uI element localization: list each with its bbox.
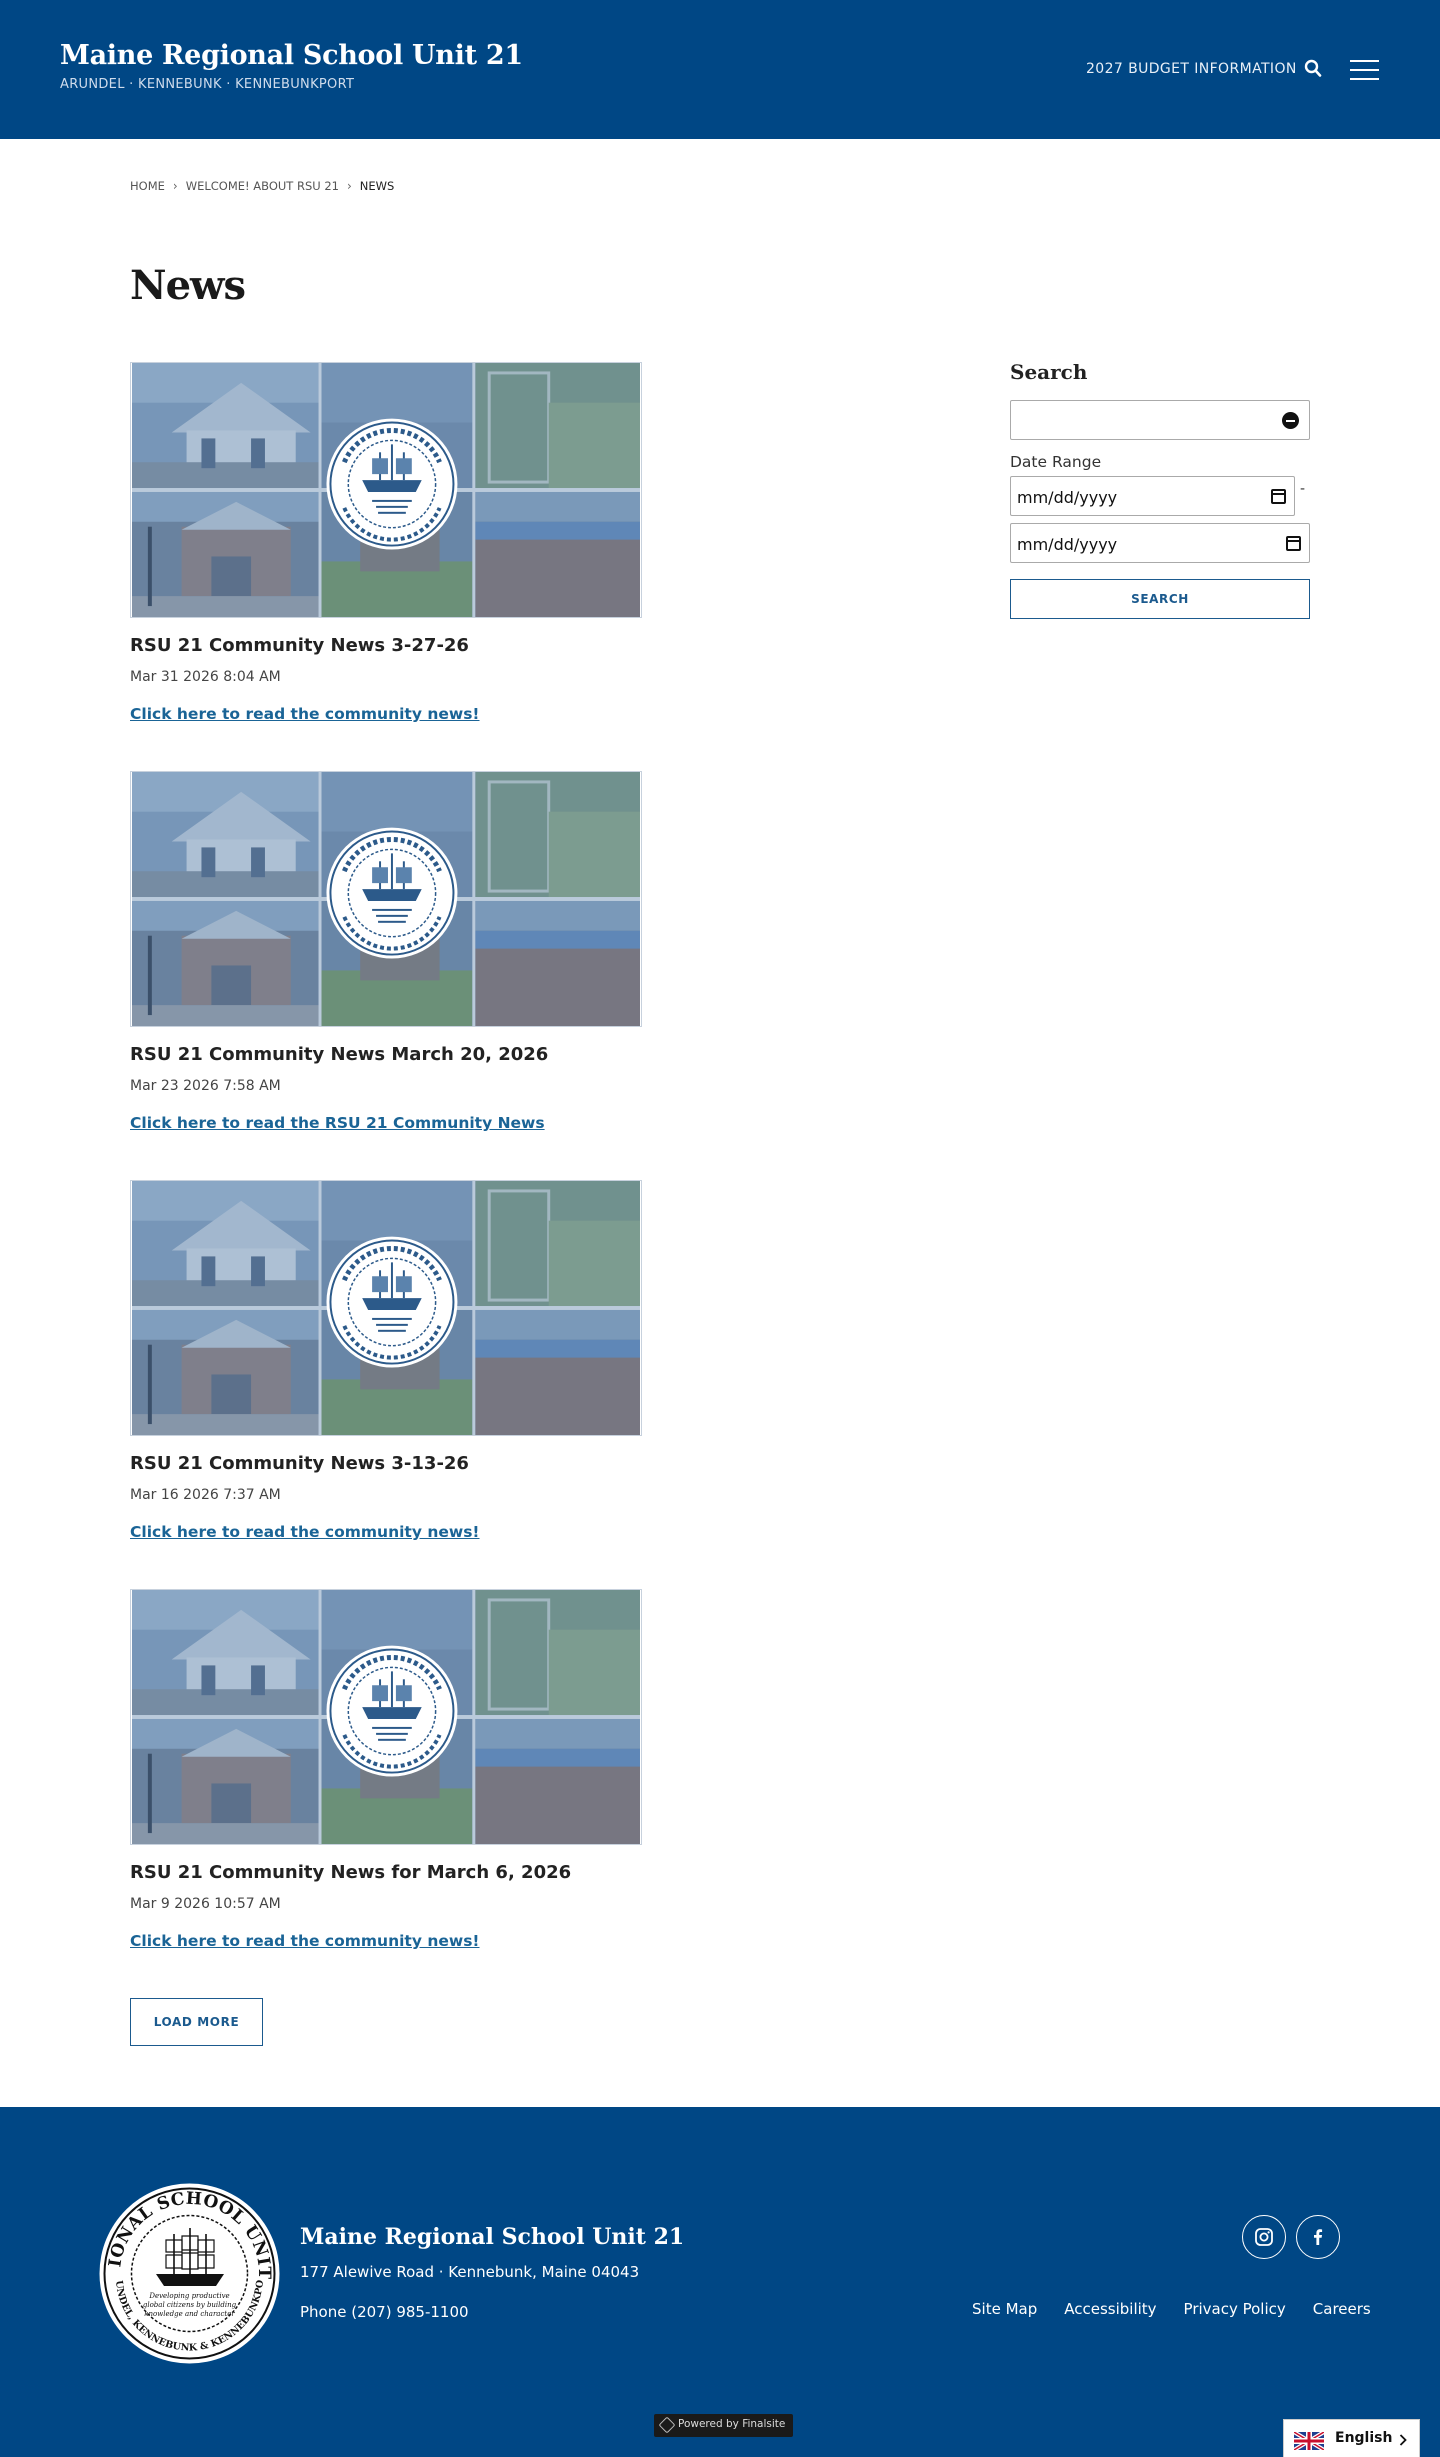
footer-address: 177 Alewive Road · Kennebunk, Maine 0404… xyxy=(300,2263,640,2281)
chevron-right-icon: › xyxy=(346,179,352,193)
news-title[interactable]: RSU 21 Community News for March 6, 2026 xyxy=(130,1862,642,1883)
instagram-icon[interactable] xyxy=(1242,2215,1286,2259)
hamburger-menu-icon[interactable] xyxy=(1350,60,1379,80)
date-to-row: mm/dd/yyyy xyxy=(1010,523,1310,563)
news-thumbnail[interactable] xyxy=(130,362,642,618)
news-read-link[interactable]: Click here to read the community news! xyxy=(130,1932,480,1950)
calendar-icon[interactable] xyxy=(1286,536,1301,551)
date-from-value: mm/dd/yyyy xyxy=(1017,488,1118,507)
date-to-input[interactable]: mm/dd/yyyy xyxy=(1010,523,1310,563)
news-read-link[interactable]: Click here to read the RSU 21 Community … xyxy=(130,1114,545,1132)
news-read-link[interactable]: Click here to read the community news! xyxy=(130,705,480,723)
site-subtitle: ARUNDEL · KENNEBUNK · KENNEBUNKPORT xyxy=(60,77,355,92)
page-title: News xyxy=(130,262,246,309)
news-date: Mar 16 2026 7:37 AM xyxy=(130,1487,281,1503)
breadcrumb-current: NEWS xyxy=(359,179,395,193)
uk-flag-icon xyxy=(1294,2432,1324,2450)
calendar-icon[interactable] xyxy=(1271,489,1286,504)
facebook-icon[interactable] xyxy=(1296,2215,1340,2259)
breadcrumb-about[interactable]: WELCOME! ABOUT RSU 21 xyxy=(186,179,339,193)
date-from-row: mm/dd/yyyy - xyxy=(1010,476,1310,516)
news-title[interactable]: RSU 21 Community News 3-13-26 xyxy=(130,1453,642,1474)
news-item: RSU 21 Community News 3-27-26 Mar 31 202… xyxy=(130,362,642,723)
search-input[interactable] xyxy=(1010,400,1310,440)
news-title[interactable]: RSU 21 Community News 3-27-26 xyxy=(130,635,642,656)
clear-icon[interactable] xyxy=(1282,412,1299,429)
site-header: Maine Regional School Unit 21 ARUNDEL · … xyxy=(0,0,1440,139)
language-selector[interactable]: English xyxy=(1283,2419,1420,2457)
load-more-button[interactable]: LOAD MORE xyxy=(130,1998,263,2046)
seal-motto-line-2: global citizens by building xyxy=(143,2301,237,2309)
footer-link-careers[interactable]: Careers xyxy=(1313,2300,1371,2318)
footer-links: Site Map Accessibility Privacy Policy Ca… xyxy=(972,2300,1371,2318)
news-item: RSU 21 Community News for March 6, 2026 … xyxy=(130,1589,642,1950)
news-thumbnail[interactable] xyxy=(130,1589,642,1845)
breadcrumb-home[interactable]: HOME xyxy=(130,179,165,193)
seal-motto-line-3: knowledge and character xyxy=(144,2310,235,2318)
footer-district-name: Maine Regional School Unit 21 xyxy=(300,2224,685,2250)
chevron-right-icon: › xyxy=(172,179,178,193)
footer-link-privacy-policy[interactable]: Privacy Policy xyxy=(1184,2300,1286,2318)
search-sidebar: Search Date Range mm/dd/yyyy - mm/dd/yyy… xyxy=(1010,360,1310,619)
breadcrumb: HOME › WELCOME! ABOUT RSU 21 › NEWS xyxy=(130,179,394,193)
date-range-separator: - xyxy=(1300,481,1306,497)
footer-link-site-map[interactable]: Site Map xyxy=(972,2300,1037,2318)
news-date: Mar 31 2026 8:04 AM xyxy=(130,669,281,685)
news-item: RSU 21 Community News 3-13-26 Mar 16 202… xyxy=(130,1180,642,1541)
seal-motto-line-1: Developing productive xyxy=(148,2292,229,2300)
brand[interactable]: Maine Regional School Unit 21 ARUNDEL · … xyxy=(60,40,523,92)
budget-information-link[interactable]: 2027 BUDGET INFORMATION xyxy=(1086,61,1297,77)
chevron-right-icon xyxy=(1399,2434,1407,2446)
news-thumbnail[interactable] xyxy=(130,1180,642,1436)
news-date: Mar 9 2026 10:57 AM xyxy=(130,1896,281,1912)
site-title[interactable]: Maine Regional School Unit 21 xyxy=(60,40,523,71)
date-from-input[interactable]: mm/dd/yyyy xyxy=(1010,476,1295,516)
date-to-value: mm/dd/yyyy xyxy=(1017,535,1118,554)
news-read-link[interactable]: Click here to read the community news! xyxy=(130,1523,480,1541)
finalsite-logo-icon xyxy=(658,2416,676,2434)
search-icon[interactable] xyxy=(1304,59,1322,79)
news-item: RSU 21 Community News March 20, 2026 Mar… xyxy=(130,771,642,1132)
footer-phone[interactable]: Phone (207) 985-1100 xyxy=(300,2303,469,2321)
footer-link-accessibility[interactable]: Accessibility xyxy=(1064,2300,1156,2318)
powered-by-badge[interactable]: Powered by Finalsite xyxy=(654,2414,794,2437)
search-button[interactable]: SEARCH xyxy=(1010,579,1310,619)
news-thumbnail[interactable] xyxy=(130,771,642,1027)
date-range-label: Date Range xyxy=(1010,453,1102,471)
news-date: Mar 23 2026 7:58 AM xyxy=(130,1078,281,1094)
site-footer: REGIONAL SCHOOL UNIT 21 ARUNDEL, KENNEBU… xyxy=(0,2107,1440,2457)
district-seal-logo[interactable]: REGIONAL SCHOOL UNIT 21 ARUNDEL, KENNEBU… xyxy=(98,2182,281,2365)
language-label: English xyxy=(1335,2430,1393,2446)
news-title[interactable]: RSU 21 Community News March 20, 2026 xyxy=(130,1044,642,1065)
powered-by-label: Powered by Finalsite xyxy=(678,2418,786,2430)
sidebar-heading: Search xyxy=(1010,360,1088,384)
